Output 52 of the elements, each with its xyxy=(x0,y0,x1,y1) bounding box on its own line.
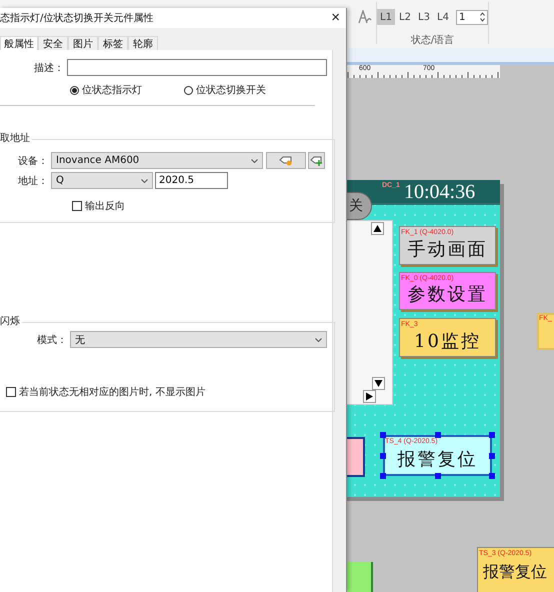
radio-option[interactable]: 位状态切换开关 xyxy=(184,83,298,97)
checkbox[interactable] xyxy=(72,201,82,211)
group-title: 取地址 xyxy=(0,133,32,145)
text-style-icon[interactable] xyxy=(358,10,372,24)
radio-option[interactable]: 位状态指示灯 xyxy=(70,83,184,97)
option-label: 位状态指示灯 xyxy=(82,84,142,97)
tab[interactable]: 标签 xyxy=(98,36,128,50)
device-add-icon xyxy=(310,156,323,166)
tab[interactable]: 轮廓 xyxy=(128,36,158,50)
address-field[interactable]: 2020.5 xyxy=(155,172,228,189)
scroll-down-icon[interactable] xyxy=(372,377,385,390)
chevron-icon xyxy=(141,178,148,182)
selection-handle[interactable] xyxy=(489,432,495,438)
group-label: 状态/语言 xyxy=(410,34,454,47)
field-label: 描述： xyxy=(33,62,64,74)
field-label: 地址： xyxy=(17,174,48,188)
level-button[interactable]: L4 xyxy=(434,9,452,25)
tab[interactable]: 安全 xyxy=(38,36,68,50)
checkbox[interactable] xyxy=(6,387,16,397)
option-label: 位状态切换开关 xyxy=(196,84,266,97)
scroll-up-icon[interactable] xyxy=(371,222,384,235)
radio-button[interactable] xyxy=(70,86,79,94)
level-button[interactable]: L1 xyxy=(377,9,395,25)
chevron-icon xyxy=(315,338,322,342)
tab[interactable]: 般属性 xyxy=(0,36,38,50)
level-button[interactable]: L3 xyxy=(415,9,433,25)
tab[interactable]: 图片 xyxy=(68,36,98,50)
add-device-button[interactable] xyxy=(308,152,325,169)
close-button[interactable]: × xyxy=(329,11,342,25)
option-label: 若当前状态无相对应的图片时, 不显示图片 xyxy=(19,386,206,399)
selection-handle[interactable] xyxy=(380,432,386,438)
device-settings-button[interactable] xyxy=(266,152,306,169)
device-select[interactable]: Inovance AM600 xyxy=(51,152,263,169)
description-field[interactable] xyxy=(67,59,327,76)
chevron-icon xyxy=(251,158,258,162)
option-label: 输出反向 xyxy=(85,200,125,213)
field-label: 模式： xyxy=(36,334,67,346)
spin-arrows-icon[interactable] xyxy=(480,12,485,22)
scroll-right-icon[interactable] xyxy=(363,390,376,403)
window-title: 态指示灯/位状态切换开关元件属性 xyxy=(0,12,154,25)
mode-select[interactable]: 无 xyxy=(70,331,327,348)
selection-handle[interactable] xyxy=(489,473,495,479)
level-button[interactable]: L2 xyxy=(396,9,414,25)
checkbox-option[interactable]: 输出反向 xyxy=(72,199,152,213)
spin-field[interactable]: 1 xyxy=(456,10,488,24)
field-label: 设备： xyxy=(17,154,48,168)
selection-handle[interactable] xyxy=(380,473,386,479)
group-title: 闪烁 xyxy=(0,316,22,328)
radio-button[interactable] xyxy=(184,86,193,94)
address-type-select[interactable]: Q xyxy=(51,172,153,189)
checkbox-option[interactable]: 若当前状态无相对应的图片时, 不显示图片 xyxy=(6,385,256,399)
clock-text: 10:04:36 xyxy=(404,181,476,204)
